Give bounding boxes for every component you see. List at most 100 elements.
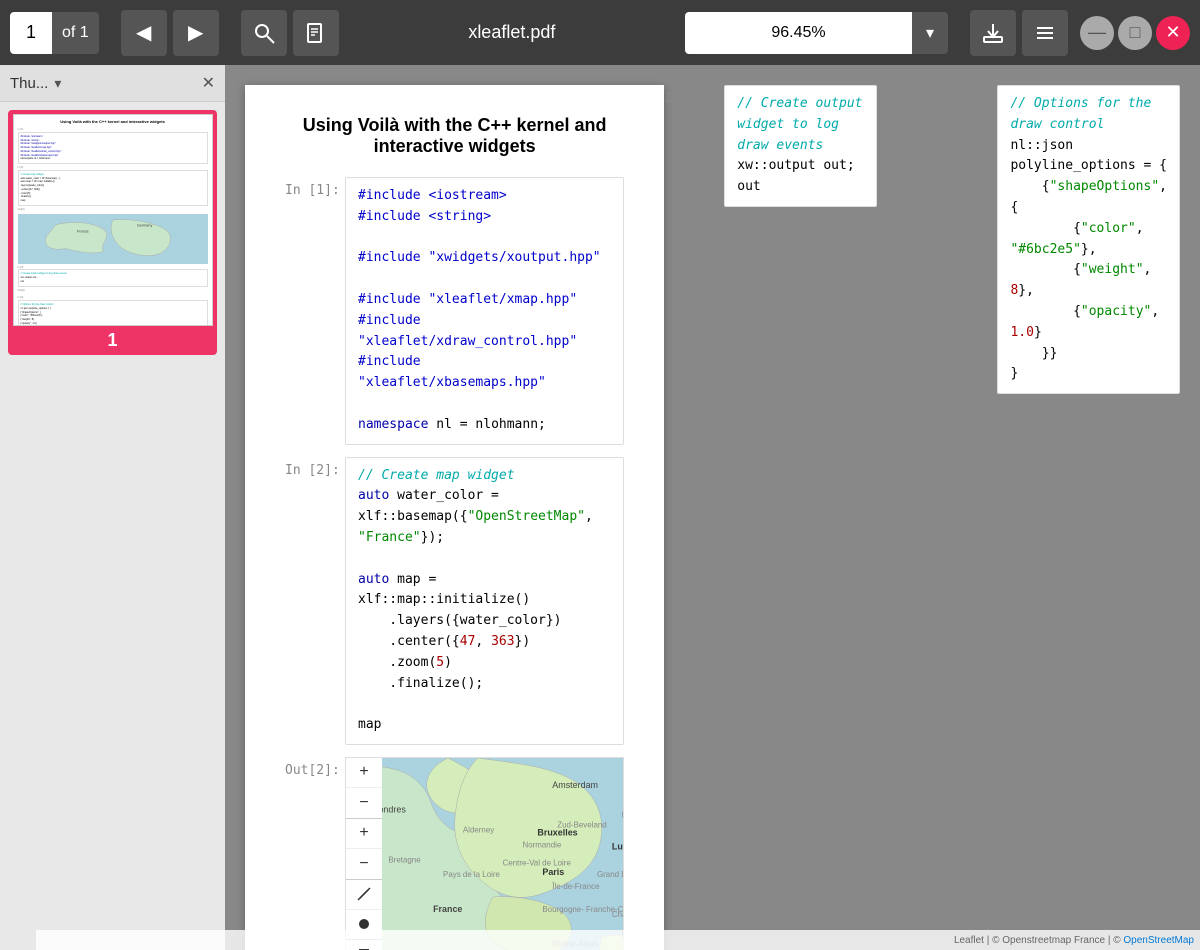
toolbar: of 1 ◀ ▶ xleaflet.pdf ▾ <box>0 0 1200 65</box>
code-line: #include <string> <box>358 209 491 224</box>
zoom-controls: + − <box>346 758 381 819</box>
cell-in-2: In [2]: // Create map widget auto water_… <box>285 457 624 745</box>
map-content[interactable]: Amsterdam Berlin Hanovre Pozn Londres Zu… <box>382 758 623 950</box>
sidebar-title-row: Thu... ▾ <box>10 75 61 92</box>
code-line: // Create output widget to log draw even… <box>737 96 862 153</box>
map-zoom-in2-button[interactable]: + <box>346 819 382 849</box>
draw-rect-button[interactable] <box>346 940 382 950</box>
svg-text:Hanovre: Hanovre <box>622 811 623 820</box>
svg-text:Amsterdam: Amsterdam <box>552 780 598 790</box>
code-block-in4: // Options for the draw control nl::json… <box>997 85 1180 394</box>
cell-label-out2: Out[2]: <box>285 757 345 950</box>
code-line: {"opacity", 1.0} <box>1010 304 1159 340</box>
code-line: nl::json polyline_options = { <box>1010 138 1167 174</box>
draw-circle-button[interactable] <box>346 910 382 940</box>
svg-text:France: France <box>433 904 462 914</box>
maximize-button[interactable]: □ <box>1118 16 1152 50</box>
map-toolbar: + − + − <box>346 758 382 950</box>
window-controls: — □ ✕ <box>1080 16 1190 50</box>
mini-map: France Germany <box>18 214 208 264</box>
code-line: {"color", "#6bc2e5"}, <box>1010 221 1143 257</box>
code-line: }} <box>1010 346 1057 361</box>
cell-content-in2: // Create map widget auto water_color = … <box>345 457 624 745</box>
cell-content-in4: // Options for the draw control nl::json… <box>997 85 1180 918</box>
draw-controls: + − <box>346 819 381 880</box>
cell-in-1: In [1]: #include <iostream> #include <st… <box>285 177 624 445</box>
tools-button[interactable] <box>293 10 339 56</box>
code-line: #include "xleaflet/xbasemaps.hpp" <box>358 354 546 390</box>
thumbnail-image: Using Voilà with the C++ kernel and inte… <box>13 114 213 326</box>
close-button[interactable]: ✕ <box>1156 16 1190 50</box>
document-title: xleaflet.pdf <box>345 22 679 43</box>
code-block-in2: // Create map widget auto water_color = … <box>345 457 624 745</box>
mini-cell-2: // Create map widget auto water_color = … <box>18 170 208 206</box>
code-line: out <box>737 179 760 194</box>
minimize-button[interactable]: — <box>1080 16 1114 50</box>
zoom-dropdown-button[interactable]: ▾ <box>912 12 948 54</box>
svg-text:France: France <box>76 229 88 233</box>
download-button[interactable] <box>970 10 1016 56</box>
menu-icon <box>1034 22 1056 44</box>
code-line: namespace nl = nlohmann; <box>358 417 546 432</box>
cell-out-3: Out[3]: <box>877 85 937 918</box>
page-total-label: of 1 <box>52 12 99 54</box>
map-zoom-in-button[interactable]: + <box>346 758 382 788</box>
openstreetmap-link[interactable]: OpenStreetMap <box>1123 935 1194 946</box>
next-page-button[interactable]: ▶ <box>173 10 219 56</box>
tool-controls <box>346 880 381 950</box>
menu-button[interactable] <box>1022 10 1068 56</box>
search-button[interactable] <box>241 10 287 56</box>
mini-cell-1: #include <iostream> #include <string> #i… <box>18 132 208 164</box>
code-line: .zoom(5) <box>358 655 452 670</box>
draw-line-button[interactable] <box>346 880 382 910</box>
code-line: // Options for the draw control <box>1010 96 1151 132</box>
code-line: #include "xwidgets/xoutput.hpp" <box>358 250 601 265</box>
code-line: } <box>1010 366 1018 381</box>
map-zoom-out2-button[interactable]: − <box>346 849 382 879</box>
download-icon <box>982 22 1004 44</box>
zoom-input[interactable] <box>685 12 912 54</box>
code-line: xw::output out; <box>737 158 854 173</box>
page-number-input[interactable] <box>10 12 52 54</box>
svg-text:Germany: Germany <box>136 223 152 227</box>
map-svg: Amsterdam Berlin Hanovre Pozn Londres Zu… <box>382 758 623 950</box>
search-icon <box>253 22 275 44</box>
code-line: map <box>358 717 381 732</box>
sidebar-close-button[interactable]: ✕ <box>202 73 215 93</box>
svg-text:Londres: Londres <box>382 805 406 815</box>
main-area: Thu... ▾ ✕ Using Voilà with the C++ kern… <box>0 65 1200 950</box>
mini-cell-3: // Create output widget to log draw even… <box>18 269 208 286</box>
sidebar-content[interactable]: Using Voilà with the C++ kernel and inte… <box>0 102 225 950</box>
code-line: .center({47, 363}) <box>358 634 530 649</box>
sidebar: Thu... ▾ ✕ Using Voilà with the C++ kern… <box>0 65 225 950</box>
svg-text:Île-de-France: Île-de-France <box>551 882 600 891</box>
sidebar-title: Thu... <box>10 75 48 92</box>
map-attribution: Leaflet | © Openstreetmap France | © Ope… <box>954 935 1194 946</box>
cell-content-in1: #include <iostream> #include <string> #i… <box>345 177 624 445</box>
map-widget[interactable]: + − + − <box>345 757 624 950</box>
cell-label-in2: In [2]: <box>285 457 345 745</box>
sidebar-dropdown-button[interactable]: ▾ <box>54 75 61 92</box>
svg-text:Pays de la Loire: Pays de la Loire <box>443 870 501 879</box>
cell-label-in1: In [1]: <box>285 177 345 445</box>
pdf-content-area[interactable]: Using Voilà with the C++ kernel and inte… <box>225 65 1200 950</box>
cell-content-in3: // Create output widget to log draw even… <box>724 85 877 918</box>
cell-label-in3: In [3]: <box>664 85 724 918</box>
code-line: // Create map widget <box>358 468 515 483</box>
thumbnail-page-number: 1 <box>107 330 117 351</box>
prev-page-button[interactable]: ◀ <box>121 10 167 56</box>
svg-text:Grand Est: Grand Est <box>597 870 623 879</box>
code-line: #include <iostream> <box>358 188 507 203</box>
svg-text:Chauffouse- sur Saône: Chauffouse- sur Saône <box>612 910 623 919</box>
sidebar-header: Thu... ▾ ✕ <box>0 65 225 102</box>
code-line: {"weight", 8}, <box>1010 262 1151 298</box>
cell-content-map: + − + − <box>345 757 624 950</box>
code-line: {"shapeOptions", { <box>1010 179 1167 215</box>
svg-text:Alderney: Alderney <box>463 825 494 834</box>
map-zoom-out-button[interactable]: − <box>346 788 382 818</box>
code-line: auto water_color = xlf::basemap({"OpenSt… <box>358 488 593 545</box>
code-block-in3: // Create output widget to log draw even… <box>724 85 877 207</box>
pencil-icon <box>357 887 371 901</box>
cell-out-2: Out[2]: + − + − <box>285 757 624 950</box>
thumbnail-container[interactable]: Using Voilà with the C++ kernel and inte… <box>8 110 217 355</box>
